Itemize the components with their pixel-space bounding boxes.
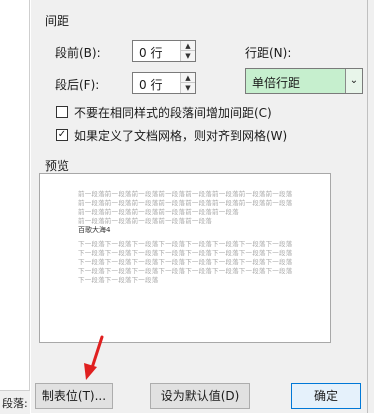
annotation-arrow [84,335,104,380]
